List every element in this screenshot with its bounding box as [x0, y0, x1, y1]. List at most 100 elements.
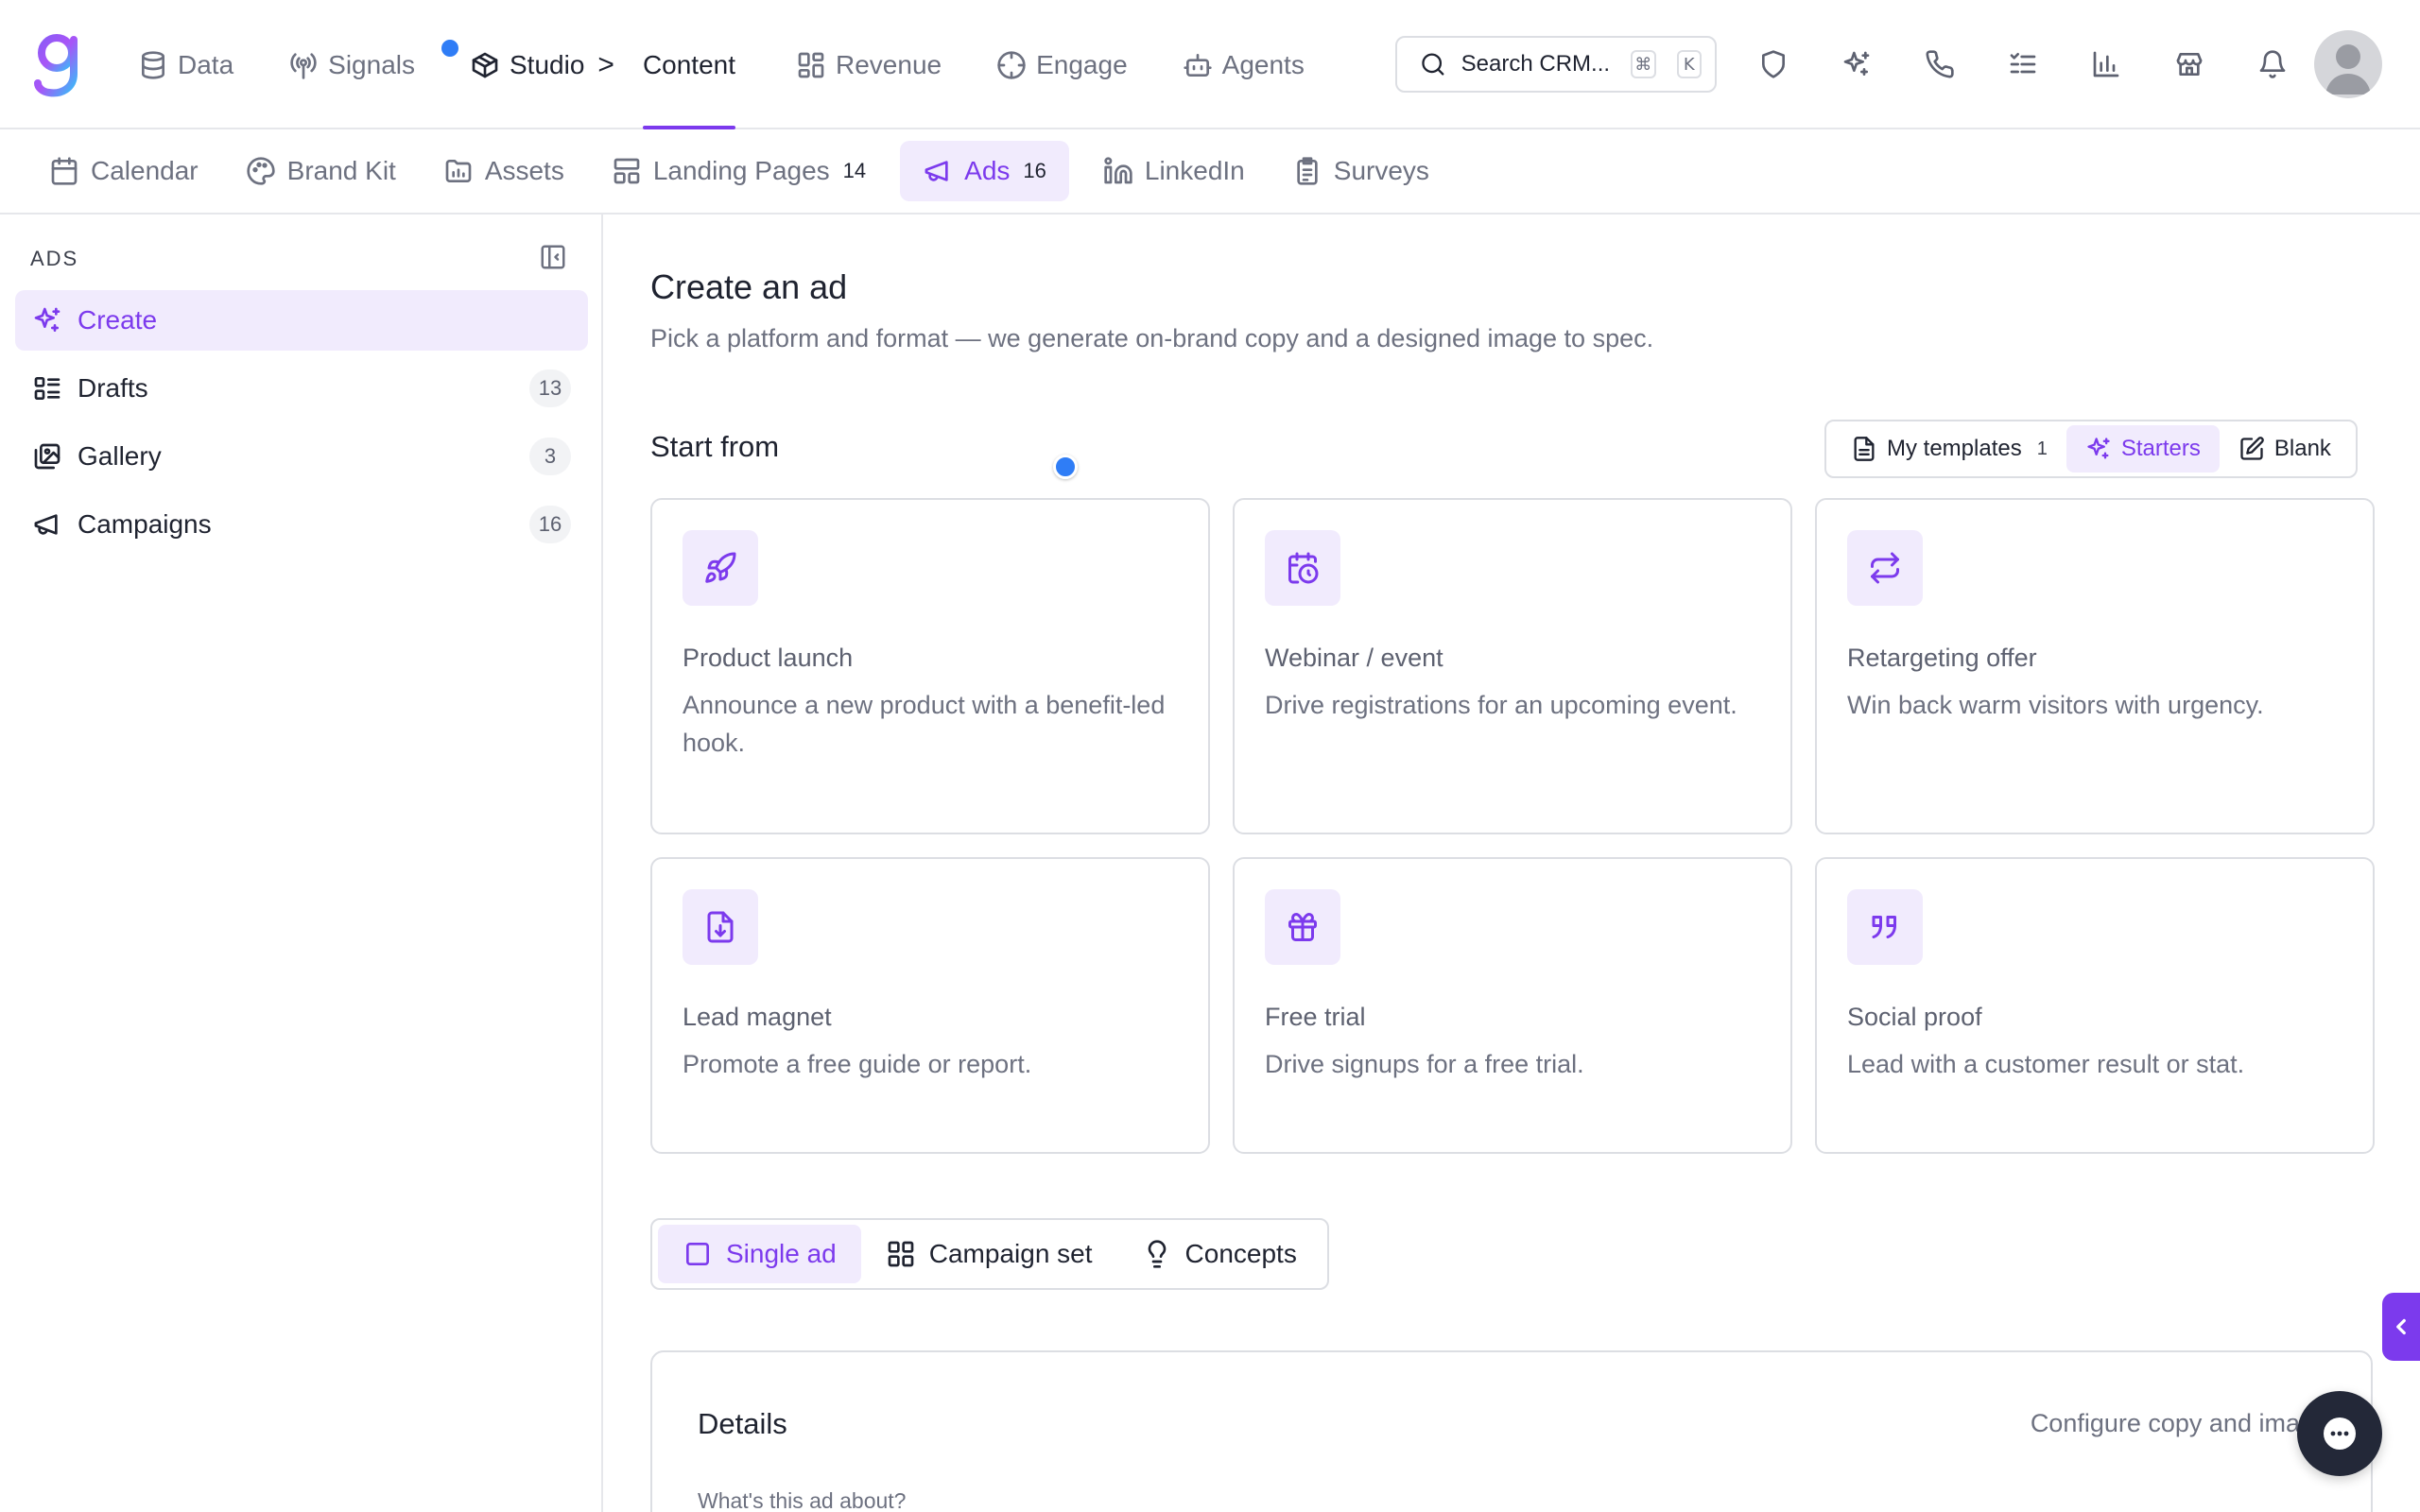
tab-landing-pages[interactable]: Landing Pages 14 — [598, 141, 879, 201]
starter-card-product-launch[interactable]: Product launch Announce a new product wi… — [650, 498, 1210, 834]
layout-icon — [614, 158, 640, 184]
starter-card-free-trial[interactable]: Free trial Drive signups for a free tria… — [1233, 857, 1792, 1154]
expand-panel-button[interactable] — [2382, 1293, 2420, 1361]
shield-icon — [1762, 50, 1785, 78]
tab-brand-kit[interactable]: Brand Kit — [233, 141, 409, 201]
tab-brand-kit-label: Brand Kit — [286, 156, 396, 185]
nav-agents[interactable]: Agents — [1183, 0, 1305, 129]
sidebar-item-gallery[interactable]: Gallery 3 — [15, 426, 588, 487]
nav-content-label: Content — [642, 49, 736, 79]
avatar[interactable] — [2314, 30, 2382, 98]
nav-studio-label: Studio — [510, 49, 585, 79]
nav-revenue-label: Revenue — [836, 49, 942, 79]
security-button[interactable] — [1745, 36, 1802, 93]
starter-card-social-proof[interactable]: Social proof Lead with a customer result… — [1815, 857, 2375, 1154]
nav-content[interactable]: Content — [642, 0, 736, 129]
toolbar-icons — [1745, 36, 2327, 93]
sidebar-item-create[interactable]: Create — [15, 290, 588, 351]
repeat-icon — [1871, 552, 1899, 584]
my-templates-button[interactable]: My templates 1 — [1832, 425, 2066, 472]
shortcut-key-k: K — [1676, 50, 1703, 78]
tab-calendar-label: Calendar — [91, 156, 199, 185]
breadcrumb-separator: > — [597, 48, 614, 80]
ad-mode-toggle: Single ad Campaign set Concepts — [650, 1218, 1329, 1290]
chat-button[interactable] — [2297, 1391, 2382, 1476]
rocket-icon — [705, 552, 736, 583]
app-logo-icon[interactable] — [32, 30, 85, 98]
nav-signals[interactable]: Signals — [288, 0, 415, 129]
details-hint: Configure copy and imag — [2030, 1409, 2314, 1437]
tab-calendar[interactable]: Calendar — [36, 141, 212, 201]
campaigns-count-badge: 16 — [529, 506, 571, 543]
page-title: Create an ad — [650, 267, 848, 306]
campaign-set-label: Campaign set — [928, 1239, 1093, 1268]
user-avatar-icon — [2325, 44, 2371, 94]
concepts-button[interactable]: Concepts — [1117, 1225, 1322, 1283]
starter-card-retargeting[interactable]: Retargeting offer Win back warm visitors… — [1815, 498, 2375, 834]
card-title: Social proof — [1847, 1003, 1982, 1031]
lightbulb-icon — [1148, 1240, 1166, 1268]
shortcut-key-cmd: ⌘ — [1631, 50, 1656, 78]
gift-icon — [1288, 913, 1317, 941]
tasks-button[interactable] — [1995, 36, 2051, 93]
megaphone-icon — [34, 514, 58, 535]
my-templates-label: My templates — [1887, 436, 2022, 461]
ai-button[interactable] — [1828, 36, 1885, 93]
nav-engage-label: Engage — [1036, 49, 1128, 79]
search-input[interactable]: Search CRM... — [1461, 51, 1610, 77]
tab-ads-label: Ads — [964, 156, 1011, 185]
sidebar-item-label: Campaigns — [78, 509, 212, 539]
starter-card-webinar[interactable]: Webinar / event Drive registrations for … — [1233, 498, 1792, 834]
package-icon — [472, 52, 498, 77]
sidebar-item-label: Drafts — [78, 373, 148, 403]
single-ad-button[interactable]: Single ad — [658, 1225, 861, 1283]
collapse-sidebar-icon[interactable] — [539, 243, 567, 271]
tab-assets[interactable]: Assets — [430, 141, 578, 201]
card-icon-badge — [1265, 889, 1340, 965]
tab-surveys-label: Surveys — [1333, 156, 1429, 185]
file-download-icon — [707, 911, 734, 943]
single-ad-label: Single ad — [726, 1239, 837, 1268]
blank-button[interactable]: Blank — [2220, 425, 2350, 472]
calendar-icon — [51, 157, 78, 185]
notification-dot — [440, 38, 460, 59]
tab-surveys[interactable]: Surveys — [1279, 141, 1443, 201]
search-box[interactable]: Search CRM... ⌘ K — [1395, 36, 1717, 93]
reports-button[interactable] — [2078, 36, 2135, 93]
card-description: Win back warm visitors with urgency. — [1847, 691, 2264, 719]
card-icon-badge — [1265, 530, 1340, 606]
store-button[interactable] — [2161, 36, 2218, 93]
tab-assets-label: Assets — [484, 156, 564, 185]
nav-engage[interactable]: Engage — [996, 0, 1128, 129]
square-icon — [686, 1243, 709, 1265]
starters-label: Starters — [2120, 436, 2201, 461]
card-title: Lead magnet — [683, 1003, 832, 1031]
tab-ads[interactable]: Ads 16 — [900, 141, 1069, 201]
linkedin-icon — [1104, 157, 1132, 184]
drafts-count-badge: 13 — [529, 369, 571, 407]
card-title: Free trial — [1265, 1003, 1366, 1031]
sidebar-item-drafts[interactable]: Drafts 13 — [15, 358, 588, 419]
campaign-set-button[interactable]: Campaign set — [861, 1225, 1117, 1283]
tab-linkedin-label: LinkedIn — [1144, 156, 1245, 185]
start-from-toggle: My templates 1 Starters Blank — [1824, 420, 2358, 478]
nav-data[interactable]: Data — [138, 0, 233, 129]
bell-icon — [2259, 50, 2286, 78]
chat-bubble-icon — [2324, 1418, 2356, 1450]
sidebar-item-campaigns[interactable]: Campaigns 16 — [15, 494, 588, 555]
store-icon — [2176, 53, 2203, 76]
notifications-button[interactable] — [2244, 36, 2301, 93]
card-title: Product launch — [683, 644, 854, 672]
edit-icon — [2240, 437, 2264, 460]
nav-revenue[interactable]: Revenue — [796, 0, 942, 129]
details-title: Details — [698, 1407, 787, 1440]
nav-studio[interactable]: Studio — [470, 0, 584, 129]
phone-button[interactable] — [1911, 36, 1968, 93]
starters-button[interactable]: Starters — [2066, 425, 2220, 472]
tab-linkedin[interactable]: LinkedIn — [1090, 141, 1258, 201]
sidebar-title: ADS — [30, 247, 79, 270]
card-description: Promote a free guide or report. — [683, 1050, 1032, 1078]
my-templates-count: 1 — [2036, 438, 2048, 459]
bot-icon — [1183, 53, 1212, 77]
starter-card-lead-magnet[interactable]: Lead magnet Promote a free guide or repo… — [650, 857, 1210, 1154]
